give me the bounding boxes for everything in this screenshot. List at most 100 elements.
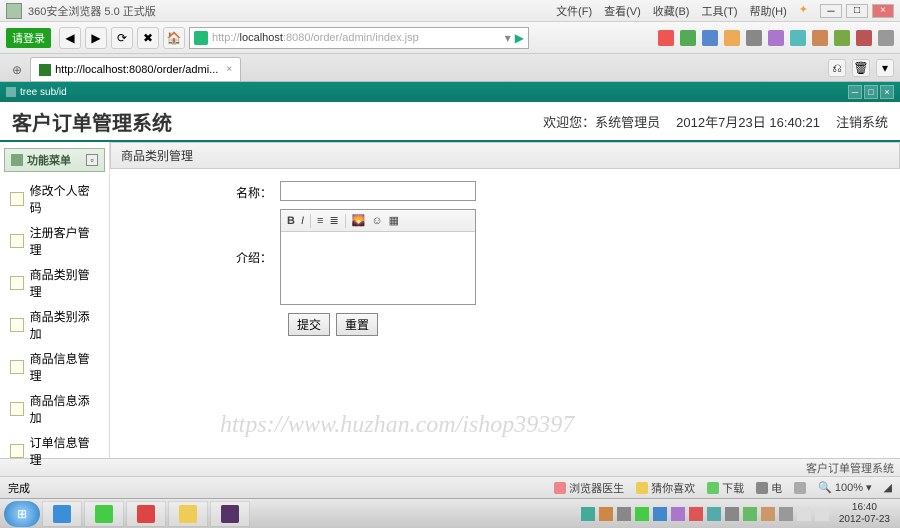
start-button[interactable]: ⊞ <box>4 501 40 527</box>
tray-sound-icon[interactable] <box>815 507 829 521</box>
tool-icon-5[interactable] <box>746 30 762 46</box>
nav-stop[interactable]: ✖ <box>137 27 159 49</box>
tray-icon[interactable] <box>671 507 685 521</box>
sidebar-item-product-mgmt[interactable]: 商品信息管理 <box>4 346 105 388</box>
tool-icon-1[interactable] <box>658 30 674 46</box>
system-tray: 16:40 2012-07-23 <box>581 502 896 526</box>
tool-icon-11[interactable] <box>878 30 894 46</box>
status-doctor[interactable]: 浏览器医生 <box>554 480 624 496</box>
taskbar-app-ie[interactable] <box>42 501 82 527</box>
sidebar-collapse-icon[interactable]: ▫ <box>86 154 98 166</box>
status-power[interactable]: 电 <box>756 480 782 496</box>
app-bar-close[interactable]: × <box>880 85 894 99</box>
menu-tools[interactable]: 工具(T) <box>701 3 737 19</box>
tray-icon[interactable] <box>743 507 757 521</box>
tab-bar: ⊕ http://localhost:8080/order/admi... × … <box>0 54 900 82</box>
window-close[interactable]: × <box>872 4 894 18</box>
tray-icon[interactable] <box>581 507 595 521</box>
taskbar-app-3[interactable] <box>126 501 166 527</box>
login-tag[interactable]: 请登录 <box>6 28 51 48</box>
list-ordered-icon[interactable]: ≡ <box>317 215 323 227</box>
tray-icon[interactable] <box>779 507 793 521</box>
submit-button[interactable]: 提交 <box>288 313 330 336</box>
tray-icon[interactable] <box>707 507 721 521</box>
nav-back[interactable]: ◀ <box>59 27 81 49</box>
taskbar-clock[interactable]: 16:40 2012-07-23 <box>833 502 896 526</box>
status-zoom[interactable]: 🔍 100% ▾ <box>818 481 871 494</box>
tool-icon-2[interactable] <box>680 30 696 46</box>
reset-button[interactable]: 重置 <box>336 313 378 336</box>
doc-icon <box>10 402 24 416</box>
separator <box>310 214 311 228</box>
tab-favicon <box>39 64 51 76</box>
menu-fav[interactable]: 收藏(B) <box>653 3 690 19</box>
tray-icon[interactable] <box>617 507 631 521</box>
sidebar-item-order-mgmt[interactable]: 订单信息管理 <box>4 430 105 472</box>
tab-restore-icon[interactable]: ⎌ <box>828 59 846 77</box>
bold-button[interactable]: B <box>287 215 295 227</box>
tray-icon[interactable] <box>689 507 703 521</box>
editor-body[interactable] <box>281 232 475 304</box>
tab-menu-icon[interactable]: ▾ <box>876 59 894 77</box>
tab-active[interactable]: http://localhost:8080/order/admi... × <box>30 57 241 81</box>
tool-icon-3[interactable] <box>702 30 718 46</box>
tool-icon-9[interactable] <box>834 30 850 46</box>
ie-icon <box>53 505 71 523</box>
page-title: 客户订单管理系统 <box>12 107 172 136</box>
nav-forward[interactable]: ▶ <box>85 27 107 49</box>
taskbar-app-360[interactable] <box>84 501 124 527</box>
tray-icon[interactable] <box>599 507 613 521</box>
address-bar[interactable]: http://localhost:8080/order/admin/index.… <box>189 27 529 49</box>
tray-net-icon[interactable] <box>797 507 811 521</box>
sidebar-item-category-mgmt[interactable]: 商品类别管理 <box>4 262 105 304</box>
tool-icon-10[interactable] <box>856 30 872 46</box>
list-unordered-icon[interactable]: ≣ <box>329 214 338 227</box>
taskbar-app-eclipse[interactable] <box>210 501 250 527</box>
menu-file[interactable]: 文件(F) <box>556 3 592 19</box>
sidebar-item-password[interactable]: 修改个人密码 <box>4 178 105 220</box>
status-download[interactable]: 下载 <box>707 480 744 496</box>
sidebar-item-category-add[interactable]: 商品类别添加 <box>4 304 105 346</box>
menu-wand-icon[interactable]: ✦ <box>799 3 808 19</box>
nav-home[interactable]: 🏠 <box>163 27 185 49</box>
status-resize-icon[interactable]: ◢ <box>884 481 892 494</box>
site-lock-icon <box>194 31 208 45</box>
sidebar-item-customer[interactable]: 注册客户管理 <box>4 220 105 262</box>
tray-icon[interactable] <box>653 507 667 521</box>
tool-icon-7[interactable] <box>790 30 806 46</box>
nav-reload[interactable]: ⟳ <box>111 27 133 49</box>
tray-icon[interactable] <box>635 507 649 521</box>
menu-help[interactable]: 帮助(H) <box>750 3 787 19</box>
emoji-icon[interactable]: ☺ <box>371 215 382 227</box>
url-go-icon[interactable]: ▶ <box>515 31 524 45</box>
tray-icon[interactable] <box>761 507 775 521</box>
tab-trash-icon[interactable]: 🗑 <box>852 59 870 77</box>
logout-link[interactable]: 注销系统 <box>836 112 888 131</box>
table-icon[interactable]: ▦ <box>389 214 399 227</box>
editor-toolbar: B I ≡ ≣ 🌄 ☺ ▦ <box>281 210 475 232</box>
menu-view[interactable]: 查看(V) <box>604 3 641 19</box>
url-dropdown-icon[interactable]: ▾ <box>505 31 511 45</box>
status-like[interactable]: 猜你喜欢 <box>636 480 695 496</box>
tray-icon[interactable] <box>725 507 739 521</box>
tab-close-icon[interactable]: × <box>226 64 232 75</box>
browser-status-bar: 完成 浏览器医生 猜你喜欢 下载 电 🔍 100% ▾ ◢ <box>0 476 900 498</box>
welcome-text: 欢迎您：系统管理员 <box>543 112 660 131</box>
status-sound-icon[interactable] <box>794 482 806 494</box>
taskbar-app-explorer[interactable] <box>168 501 208 527</box>
app-bar-min[interactable]: － <box>848 85 862 99</box>
tool-icon-6[interactable] <box>768 30 784 46</box>
italic-button[interactable]: I <box>301 215 304 227</box>
doc-icon <box>10 276 24 290</box>
tool-icon-8[interactable] <box>812 30 828 46</box>
sidebar-item-product-add[interactable]: 商品信息添加 <box>4 388 105 430</box>
breadcrumb: 商品类别管理 <box>110 142 900 169</box>
footer-text: 客户订单管理系统 <box>806 460 894 476</box>
window-maximize[interactable]: □ <box>846 4 868 18</box>
new-tab-button[interactable]: ⊕ <box>6 63 28 81</box>
window-minimize[interactable]: － <box>820 4 842 18</box>
app-bar-max[interactable]: □ <box>864 85 878 99</box>
image-icon[interactable]: 🌄 <box>352 214 366 227</box>
tool-icon-4[interactable] <box>724 30 740 46</box>
name-input[interactable] <box>280 181 476 201</box>
